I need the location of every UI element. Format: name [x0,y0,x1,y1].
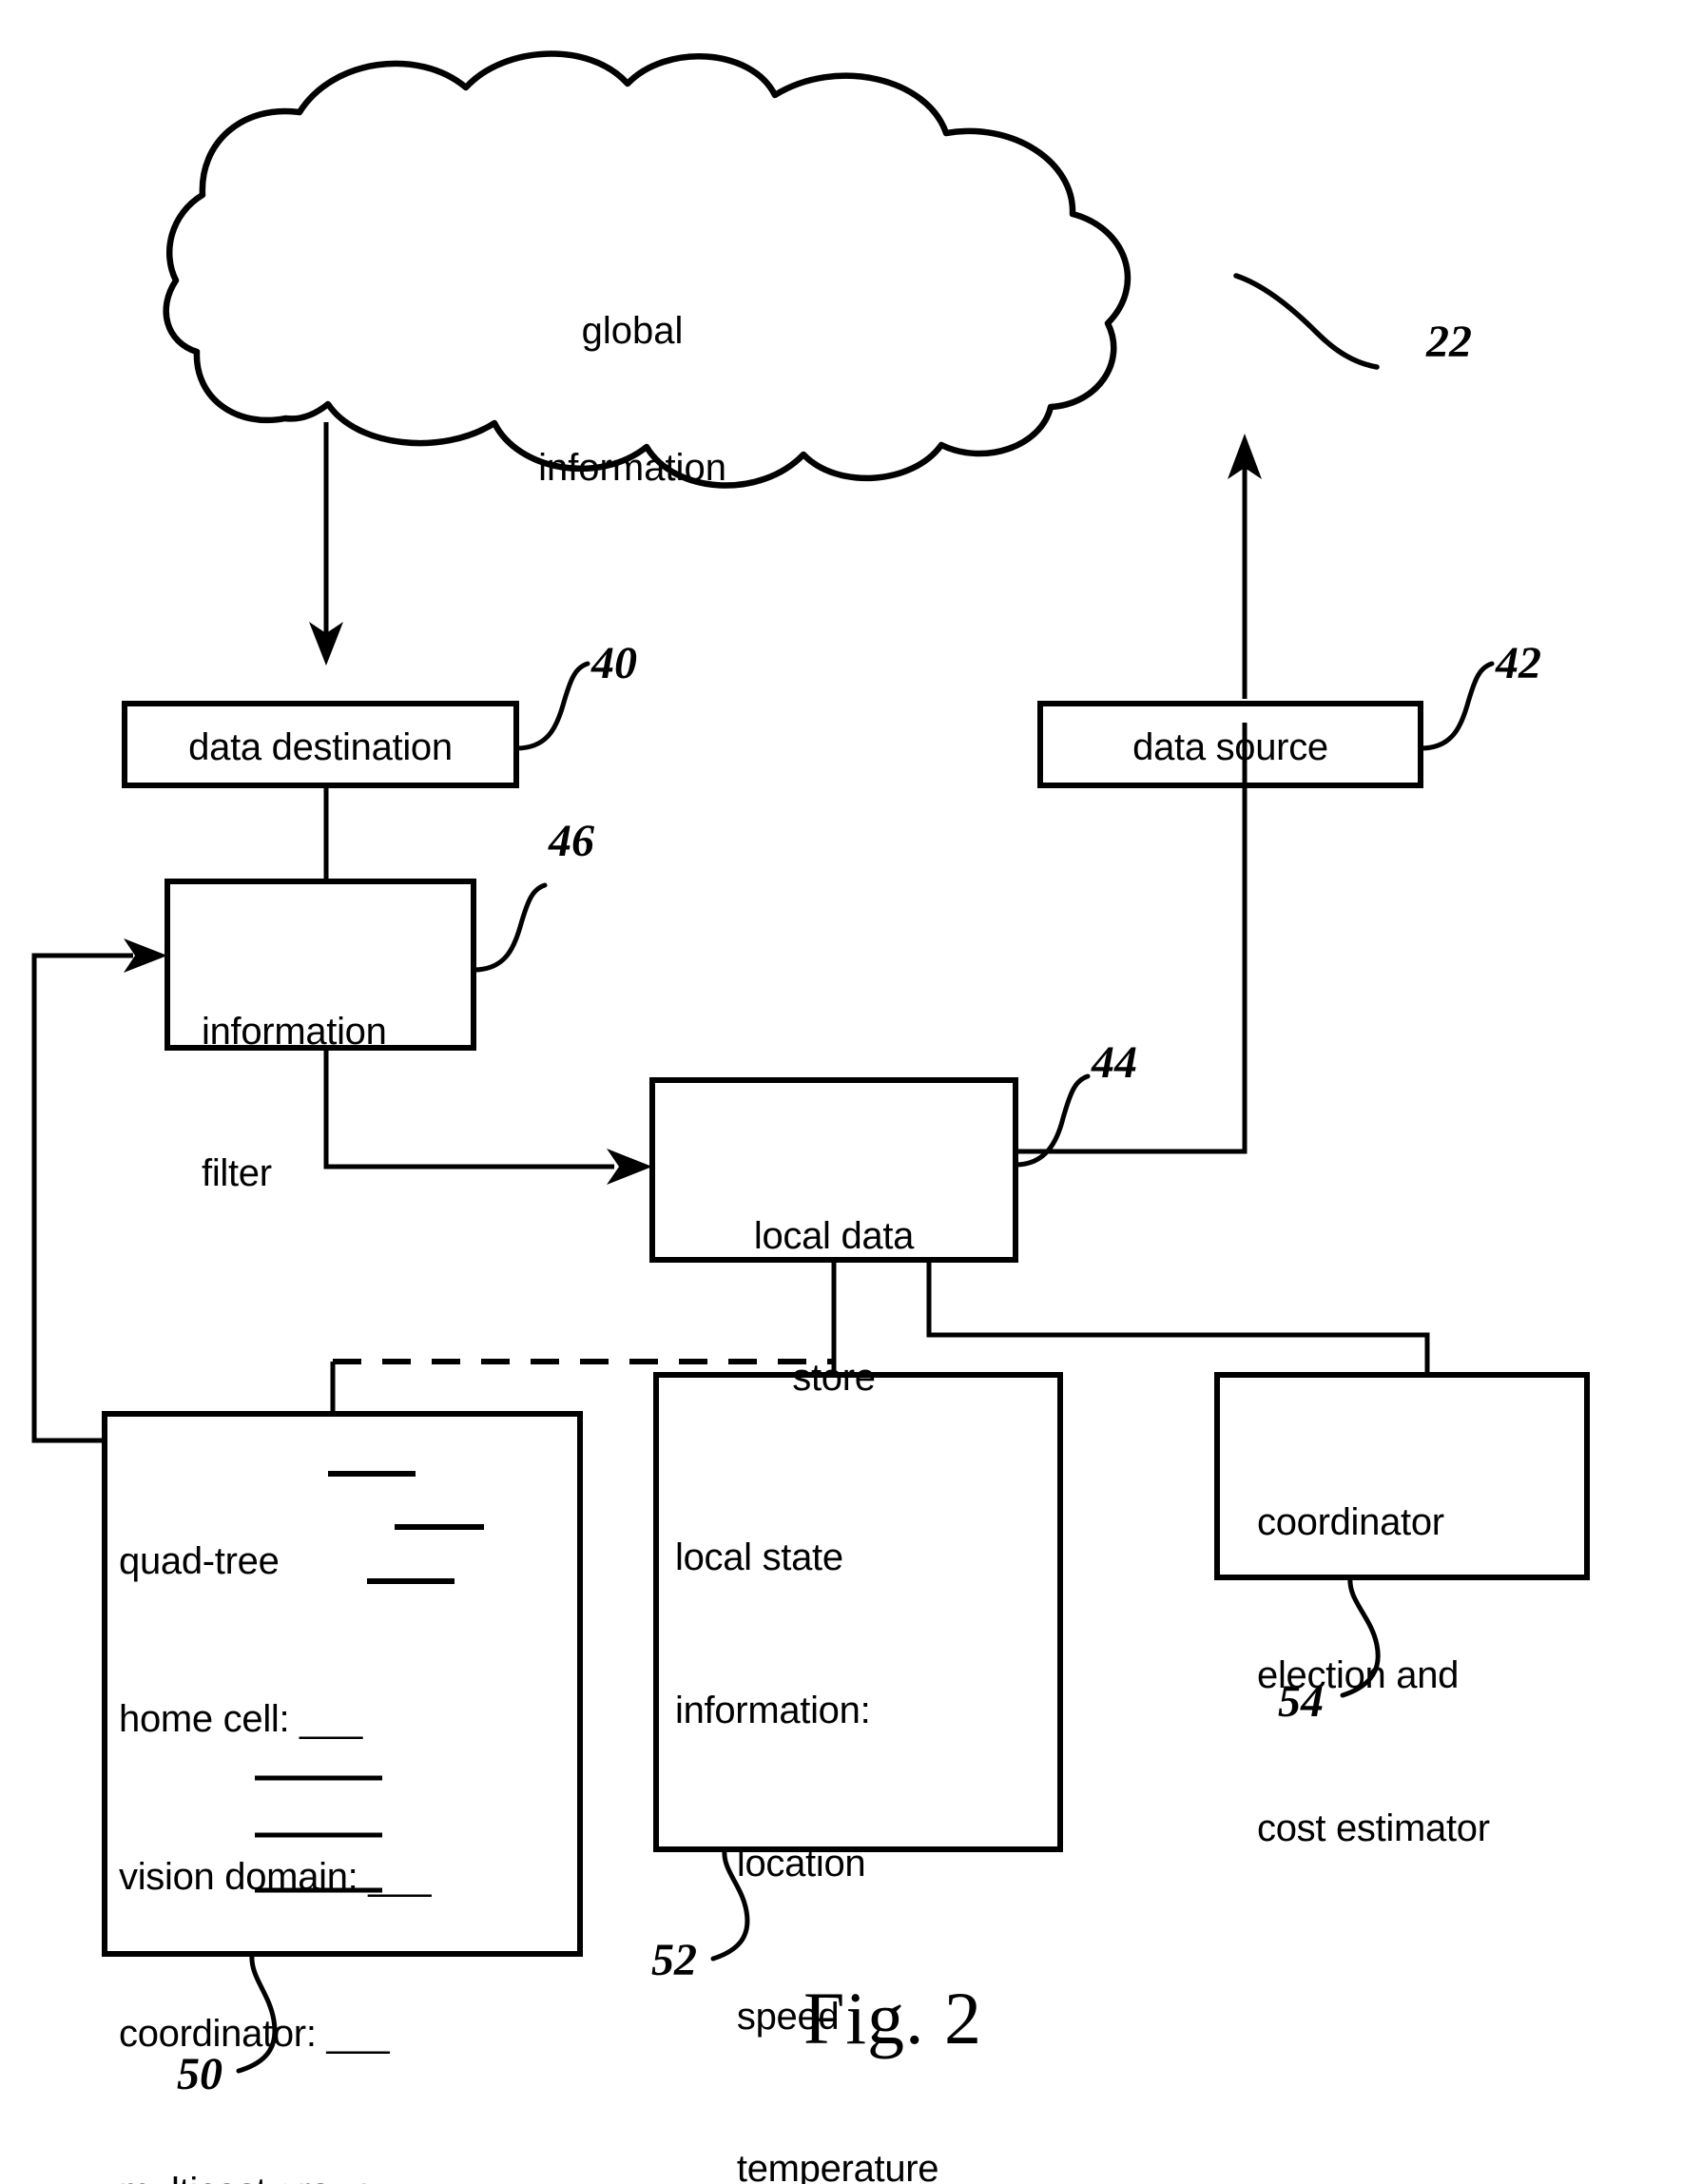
local-state-line-1: information: [675,1689,871,1731]
quad-tree-line-0: quad-tree [119,1540,280,1583]
local-state-line-2: location [675,1842,866,1884]
local-state-line-0: local state [675,1537,843,1579]
label-local-data-store-line1: local data [753,1215,915,1258]
quad-tree-line-1: home cell: ___ [119,1697,362,1740]
patent-figure-page: global information 22 data destination 4… [0,0,1683,2184]
ref-number-44: 44 [1092,1037,1137,1088]
coordinator-line-0: coordinator [1257,1501,1444,1544]
figure-caption: Fig. 2 [803,1977,983,2059]
ref-number-42: 42 [1496,638,1541,688]
ref-number-40: 40 [591,638,637,688]
coordinator-line-2: cost estimator [1257,1807,1490,1849]
cloud-label: global information [447,217,818,582]
ref-number-52: 52 [651,1935,697,1985]
ref-number-50: 50 [177,2049,222,2099]
quad-tree-line-2: vision domain: ___ [119,1855,432,1898]
ref-leader-42 [1418,661,1495,751]
label-information-filter-line2: filter [202,1151,272,1194]
label-data-source: data source [1132,726,1328,768]
ref-leader-40 [513,661,590,751]
label-information-filter-line1: information [202,1011,387,1053]
label-local-state-information: local state information: location speed … [675,1431,1065,2184]
label-local-data-store-line2: store [792,1356,876,1399]
ref-number-46: 46 [549,816,594,866]
label-information-filter: information filter [202,915,487,1292]
connector-quadtree-to-information-filter [31,953,133,1443]
local-state-line-4: temperature [675,2148,939,2184]
cloud-label-line1: global [581,310,684,352]
ref-leader-22 [1233,273,1380,370]
label-data-destination: data destination [188,726,453,768]
ref-number-22: 22 [1426,317,1472,367]
quad-tree-line-4: multicast group [119,2166,575,2184]
ref-number-54: 54 [1278,1676,1324,1727]
cloud-label-line2: information [538,447,726,489]
